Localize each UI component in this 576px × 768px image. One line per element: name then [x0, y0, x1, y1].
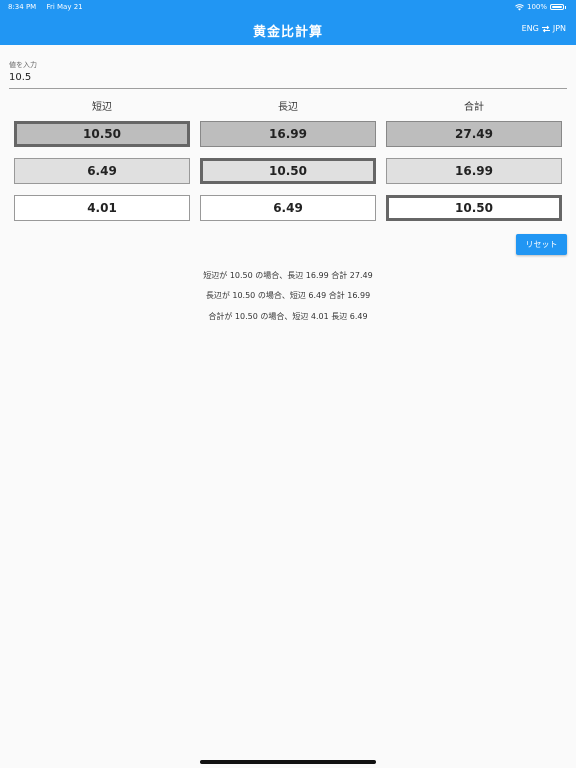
value-input-label: 値を入力: [9, 61, 37, 69]
battery-percent: 100%: [526, 3, 547, 11]
column-header-short: 短辺: [92, 102, 112, 113]
summary-line-total: 合計が 10.50 の場合、短辺 4.01 長辺 6.49: [208, 312, 368, 321]
cell-short-row2[interactable]: 6.49: [14, 158, 190, 184]
swap-arrows-icon: [541, 25, 550, 32]
lang-eng-label: ENG: [521, 24, 539, 33]
page-title: 黄金比計算: [252, 25, 323, 40]
wifi-icon: [515, 3, 524, 10]
value-input[interactable]: [9, 70, 567, 84]
status-time: 8:34 PM: [8, 3, 37, 11]
cell-long-row3[interactable]: 6.49: [200, 195, 376, 221]
cell-short-row3[interactable]: 4.01: [14, 195, 190, 221]
cell-long-row1[interactable]: 16.99: [200, 121, 376, 147]
home-indicator[interactable]: [200, 760, 376, 764]
language-toggle-button[interactable]: ENG JPN: [522, 24, 566, 33]
battery-icon: [550, 4, 564, 10]
value-input-container: 値を入力: [9, 60, 567, 89]
column-header-total: 合計: [464, 102, 484, 113]
column-header-long: 長辺: [278, 102, 298, 113]
status-left: 8:34 PM Fri May 21: [8, 3, 91, 11]
cell-total-row3[interactable]: 10.50: [386, 195, 562, 221]
status-bar: 8:34 PM Fri May 21 100%: [0, 0, 576, 14]
app-bar: 8:34 PM Fri May 21 100% 黄金比計算 ENG JPN: [0, 0, 576, 45]
summary-line-short: 短辺が 10.50 の場合、長辺 16.99 合計 27.49: [203, 271, 373, 280]
cell-total-row2[interactable]: 16.99: [386, 158, 562, 184]
cell-long-row2[interactable]: 10.50: [200, 158, 376, 184]
cell-short-row1[interactable]: 10.50: [14, 121, 190, 147]
battery-tip: [565, 5, 566, 9]
lang-jpn-label: JPN: [552, 24, 566, 33]
cell-total-row1[interactable]: 27.49: [386, 121, 562, 147]
status-right: 100%: [515, 3, 566, 11]
status-date: Fri May 21: [46, 3, 83, 11]
summary-line-long: 長辺が 10.50 の場合、短辺 6.49 合計 16.99: [205, 291, 371, 300]
reset-button[interactable]: リセット: [516, 234, 567, 255]
